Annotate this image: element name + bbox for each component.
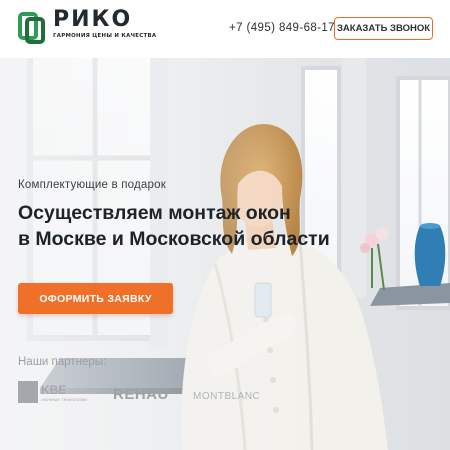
partner-montblanc[interactable]: MONTBLANC bbox=[193, 391, 260, 402]
partner-kbe[interactable]: KBE оконные технологии bbox=[18, 381, 88, 411]
logo-icon[interactable] bbox=[18, 12, 46, 44]
phone-number[interactable]: +7 (495) 849-68-17 bbox=[229, 22, 335, 34]
kbe-logo-icon bbox=[18, 381, 38, 403]
hero-headline-line-2: в Москве и Московской области bbox=[18, 228, 330, 250]
partner-rehau[interactable]: REHAU bbox=[113, 386, 169, 403]
callback-button[interactable]: ЗАКАЗАТЬ ЗВОНОК bbox=[334, 17, 433, 40]
brand-name[interactable]: РИКО bbox=[53, 9, 132, 31]
hero-section: Комплектующие в подарок Осуществляем мон… bbox=[0, 58, 450, 450]
partner-kbe-subtitle: оконные технологии bbox=[41, 397, 87, 402]
partners-label: Наши партнеры: bbox=[18, 356, 107, 368]
partner-kbe-name: KBE bbox=[41, 383, 67, 397]
hero-subtitle: Комплектующие в подарок bbox=[18, 179, 166, 191]
hero-headline: Осуществляем монтаж окон в Москве и Моск… bbox=[18, 200, 348, 252]
hero-headline-line-1: Осуществляем монтаж окон bbox=[18, 202, 291, 224]
brand-tagline: ГАРМОНИЯ ЦЕНЫ И КАЧЕСТВА bbox=[53, 33, 157, 39]
apply-button[interactable]: ОФОРМИТЬ ЗАЯВКУ bbox=[18, 283, 173, 314]
site-header: РИКО ГАРМОНИЯ ЦЕНЫ И КАЧЕСТВА +7 (495) 8… bbox=[0, 0, 450, 58]
